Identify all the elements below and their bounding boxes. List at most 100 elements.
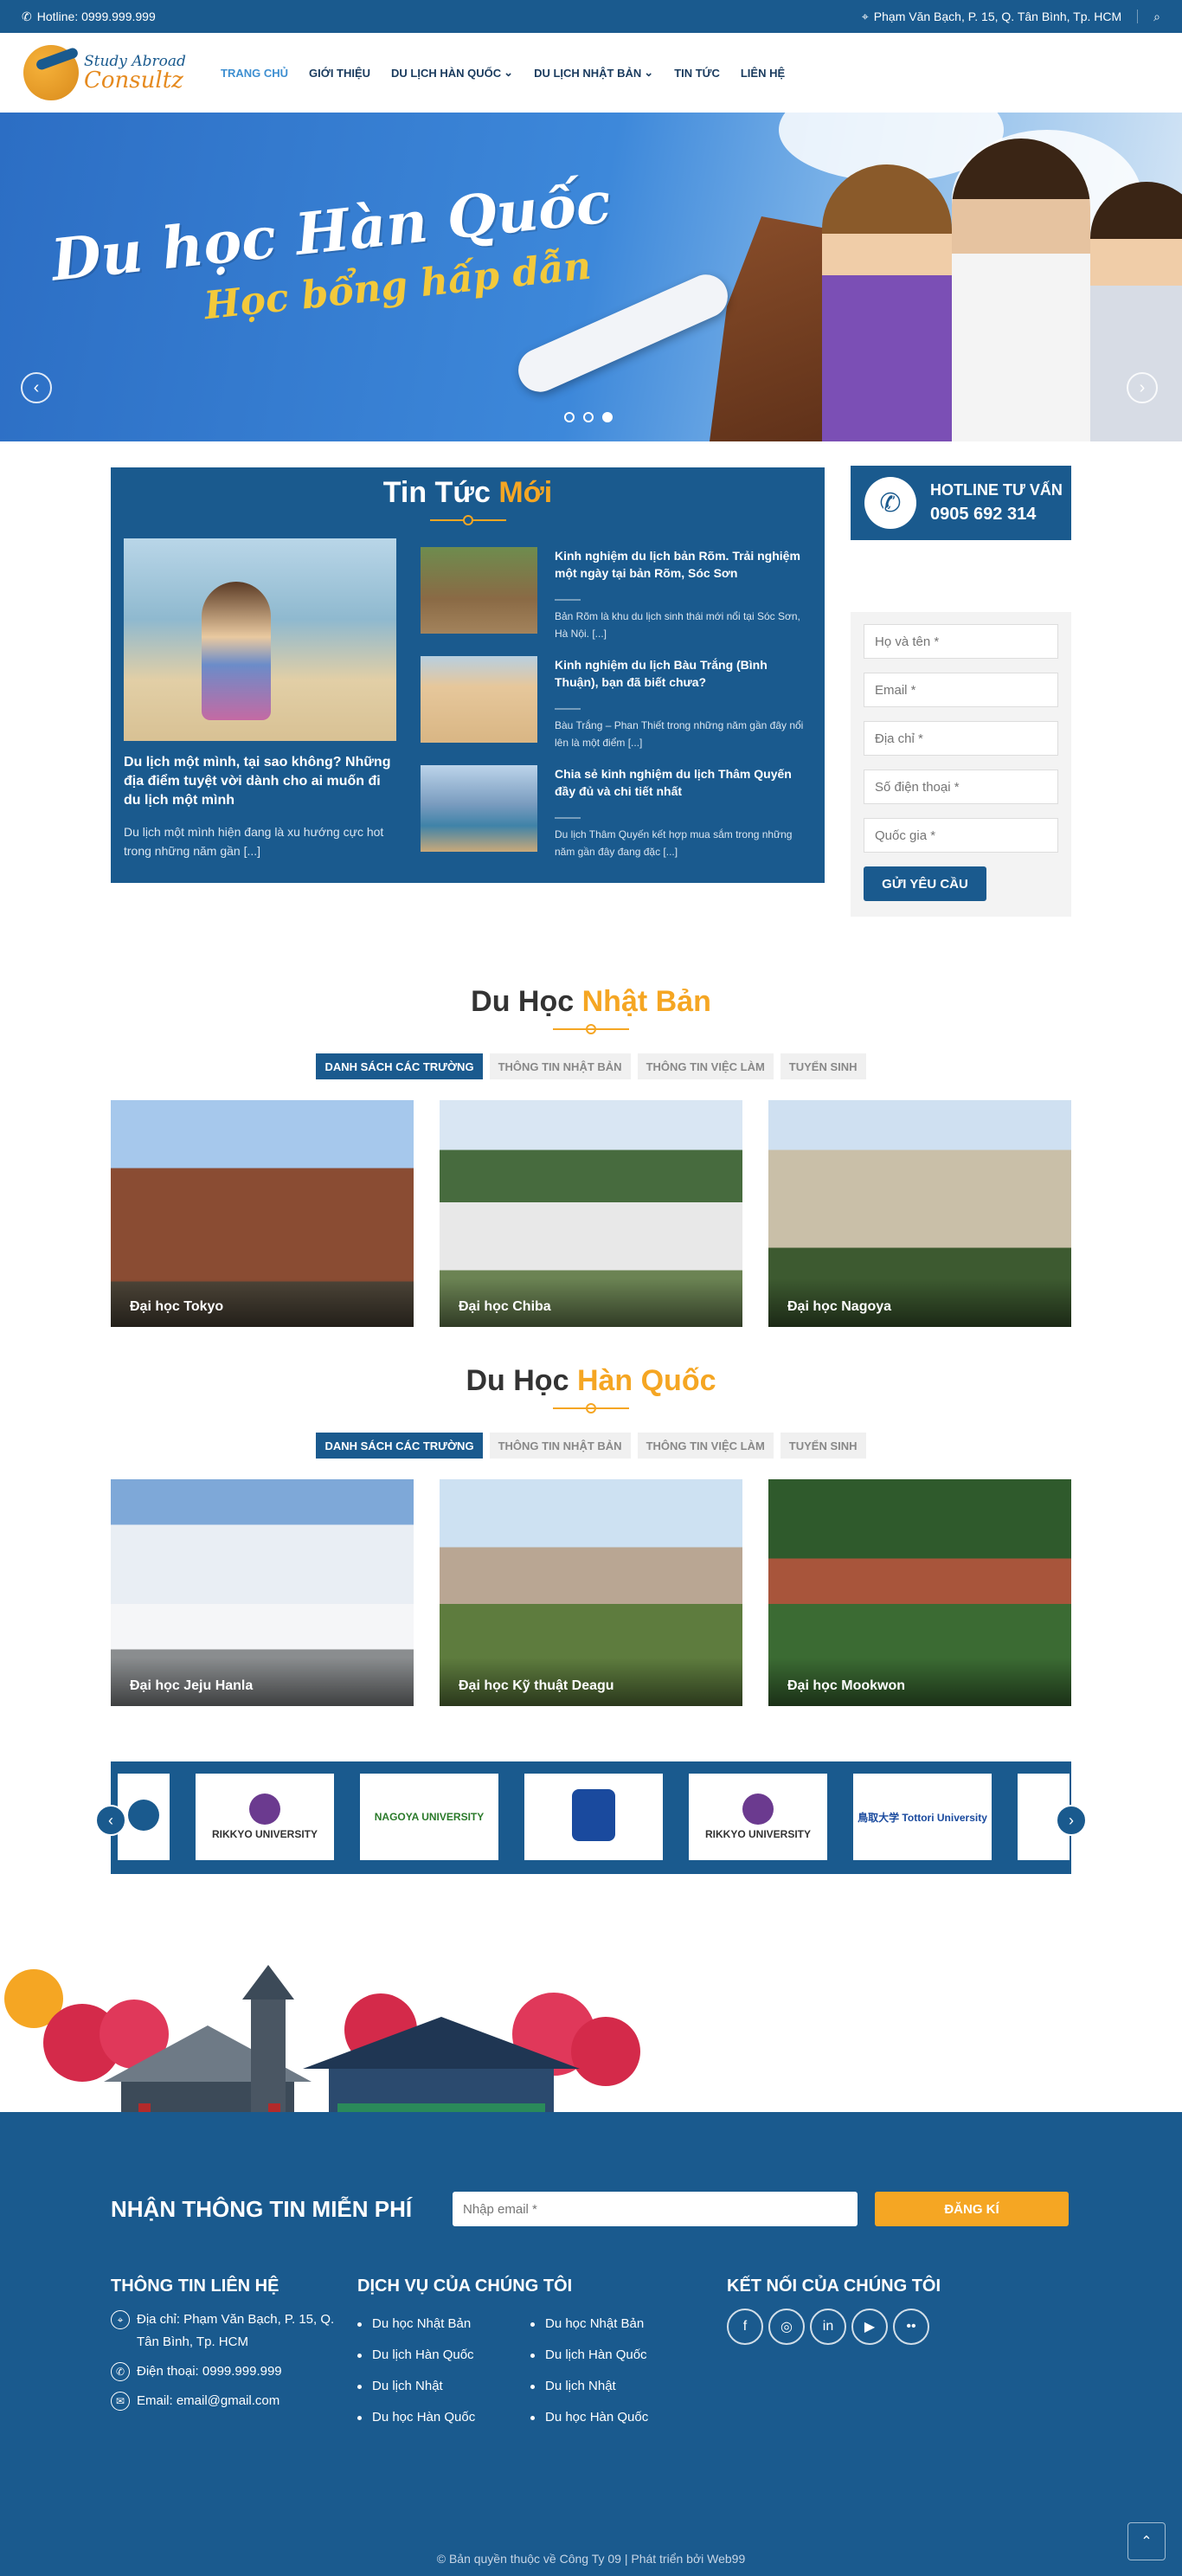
submit-button[interactable]: GỬI YÊU CẦU — [864, 866, 986, 901]
footer-phone[interactable]: Điện thoại: 0999.999.999 — [137, 2360, 282, 2383]
news-thumbnail[interactable] — [421, 765, 537, 852]
search-icon[interactable]: ⌕ — [1153, 10, 1160, 24]
consult-form: GỬI YÊU CẦU — [851, 612, 1071, 917]
footer-social: KẾT NỐI CỦA CHÚNG TÔI f ◎ in ▶ •• — [727, 2277, 986, 2345]
news-thumbnail[interactable] — [421, 656, 537, 743]
hero-student-image — [1090, 182, 1182, 441]
university-seal-icon — [742, 1794, 774, 1825]
nav-item-korea-travel[interactable]: Du lịch Hàn Quốc ⌄ — [391, 66, 513, 80]
nav-item-contact[interactable]: Liên hệ — [741, 66, 785, 80]
footer-service-link[interactable]: Du học Nhật Bản — [530, 2309, 703, 2340]
featured-news-image[interactable] — [124, 538, 396, 741]
nav-item-home[interactable]: Trang chủ — [221, 66, 288, 80]
school-card-title: Đại học Nagoya — [768, 1278, 1071, 1327]
chevron-down-icon: ⌄ — [644, 66, 654, 79]
hotline-number: 0905 692 314 — [930, 505, 1037, 524]
email-icon: ✉ — [111, 2392, 130, 2411]
footer-social-title: KẾT NỐI CỦA CHÚNG TÔI — [727, 2277, 941, 2296]
news-thumbnail[interactable] — [421, 547, 537, 634]
partner-logo[interactable]: RIKKYO UNIVERSITY — [689, 1774, 827, 1860]
footer-service-link[interactable]: Du học Hàn Quốc — [530, 2402, 703, 2433]
hotline-text: Hotline: 0999.999.999 — [36, 10, 156, 23]
tab-admission[interactable]: TUYỂN SINH — [780, 1053, 866, 1079]
phone-icon: ✆ — [111, 2362, 130, 2381]
slider-next-button[interactable]: › — [1127, 372, 1158, 403]
school-card-title: Đại học Tokyo — [111, 1278, 414, 1327]
newsletter-subscribe-button[interactable]: ĐĂNG KÍ — [875, 2192, 1069, 2226]
partner-logo[interactable]: 鳥取大学 Tottori University — [853, 1774, 992, 1860]
hero-student-image — [822, 164, 952, 441]
school-card[interactable]: Đại học Chiba — [440, 1100, 742, 1327]
partner-logo[interactable]: RIKKYO UNIVERSITY — [196, 1774, 334, 1860]
news-section: Tin Tức Mới Du lịch một mình, tại sao kh… — [111, 467, 825, 883]
footer-service-link[interactable]: Du lịch Nhật — [357, 2371, 530, 2402]
tab-jobs[interactable]: THÔNG TIN VIỆC LÀM — [637, 1433, 774, 1459]
nav-item-about[interactable]: Giới thiệu — [309, 66, 370, 80]
partner-logo[interactable] — [524, 1774, 663, 1860]
tab-schools[interactable]: DANH SÁCH CÁC TRƯỜNG — [316, 1433, 483, 1459]
news-item[interactable]: Kinh nghiệm du lịch bản Rõm. Trải nghiệm… — [421, 547, 801, 642]
university-seal-icon — [249, 1794, 280, 1825]
facebook-icon[interactable]: f — [727, 2309, 763, 2345]
school-card[interactable]: Đại học Jeju Hanla — [111, 1479, 414, 1706]
nav-item-japan-travel[interactable]: Du lịch Nhật Bản ⌄ — [534, 66, 653, 80]
school-card[interactable]: Đại học Nagoya — [768, 1100, 1071, 1327]
footer-email[interactable]: Email: email@gmail.com — [137, 2390, 279, 2412]
news-item[interactable]: Chia sẻ kinh nghiệm du lịch Thâm Quyến đ… — [421, 765, 801, 860]
back-to-top-button[interactable]: ⌃ — [1127, 2522, 1166, 2560]
news-item[interactable]: Kinh nghiệm du lịch Bàu Trắng (Bình Thuậ… — [421, 656, 803, 751]
hotline-box[interactable]: ✆ HOTLINE TƯ VẤN 0905 692 314 — [851, 466, 1071, 540]
partner-logo[interactable]: NAGOYA UNIVERSITY — [360, 1774, 498, 1860]
phone-icon: ✆ — [864, 477, 916, 529]
featured-news-title[interactable]: Du lịch một mình, tại sao không? Những đ… — [124, 753, 396, 810]
footer-service-link[interactable]: Du lịch Hàn Quốc — [530, 2340, 703, 2371]
news-item-title[interactable]: Kinh nghiệm du lịch bản Rõm. Trải nghiệm… — [555, 547, 806, 582]
footer-service-link[interactable]: Du học Nhật Bản — [357, 2309, 530, 2340]
topbar-hotline[interactable]: ✆ Hotline: 0999.999.999 — [22, 10, 156, 24]
topbar: ✆ Hotline: 0999.999.999 ⌖ Phạm Văn Bạch,… — [0, 0, 1182, 33]
site-logo[interactable]: Study Abroad Consultz — [23, 36, 196, 109]
school-card-title: Đại học Jeju Hanla — [111, 1658, 414, 1706]
logos-prev-button[interactable]: ‹ — [95, 1805, 126, 1836]
nav-item-news[interactable]: Tin tức — [674, 66, 720, 80]
instagram-icon[interactable]: ◎ — [768, 2309, 805, 2345]
logos-next-button[interactable]: › — [1056, 1805, 1087, 1836]
school-card[interactable]: Đại học Mookwon — [768, 1479, 1071, 1706]
newsletter-title: NHẬN THÔNG TIN MIỄN PHÍ — [111, 2195, 413, 2222]
newsletter-email-input[interactable] — [453, 2192, 858, 2226]
slider-dot-active[interactable] — [602, 412, 613, 422]
school-card[interactable]: Đại học Tokyo — [111, 1100, 414, 1327]
korea-study-title: Du Học Hàn Quốc — [466, 1364, 716, 1397]
location-pin-icon: ⌖ — [111, 2310, 130, 2329]
tab-schools[interactable]: DANH SÁCH CÁC TRƯỜNG — [316, 1053, 483, 1079]
youtube-icon[interactable]: ▶ — [851, 2309, 888, 2345]
logo-globe-icon — [23, 45, 79, 100]
school-card-title: Đại học Mookwon — [768, 1658, 1071, 1706]
news-item-title[interactable]: Chia sẻ kinh nghiệm du lịch Thâm Quyến đ… — [555, 765, 806, 800]
news-item-title[interactable]: Kinh nghiệm du lịch Bàu Trắng (Bình Thuậ… — [555, 656, 806, 691]
email-field[interactable] — [864, 673, 1058, 707]
hotline-label: HOTLINE TƯ VẤN — [930, 481, 1063, 499]
slider-dot[interactable] — [564, 412, 575, 422]
slider-prev-button[interactable]: ‹ — [21, 372, 52, 403]
flickr-icon[interactable]: •• — [893, 2309, 929, 2345]
footer-services-title: DỊCH VỤ CỦA CHÚNG TÔI — [357, 2277, 573, 2296]
country-field[interactable] — [864, 818, 1058, 853]
address-field[interactable] — [864, 721, 1058, 756]
main-nav: Trang chủ Giới thiệu Du lịch Hàn Quốc ⌄ D… — [221, 66, 785, 80]
footer-contact-title: THÔNG TIN LIÊN HỆ — [111, 2277, 279, 2296]
tab-admission[interactable]: TUYỂN SINH — [780, 1433, 866, 1459]
hero-student-image — [952, 138, 1090, 441]
footer-service-link[interactable]: Du lịch Nhật — [530, 2371, 703, 2402]
footer-service-link[interactable]: Du học Hàn Quốc — [357, 2402, 530, 2433]
phone-field[interactable] — [864, 770, 1058, 804]
slider-dot[interactable] — [583, 412, 594, 422]
tab-japan-info[interactable]: THÔNG TIN NHẬT BẢN — [489, 1433, 631, 1459]
tab-japan-info[interactable]: THÔNG TIN NHẬT BẢN — [489, 1053, 631, 1079]
footer-service-link[interactable]: Du lịch Hàn Quốc — [357, 2340, 530, 2371]
school-card[interactable]: Đại học Kỹ thuật Deagu — [440, 1479, 742, 1706]
japan-tabs: DANH SÁCH CÁC TRƯỜNG THÔNG TIN NHẬT BẢN … — [111, 1053, 1071, 1079]
linkedin-icon[interactable]: in — [810, 2309, 846, 2345]
name-field[interactable] — [864, 624, 1058, 659]
tab-jobs[interactable]: THÔNG TIN VIỆC LÀM — [637, 1053, 774, 1079]
